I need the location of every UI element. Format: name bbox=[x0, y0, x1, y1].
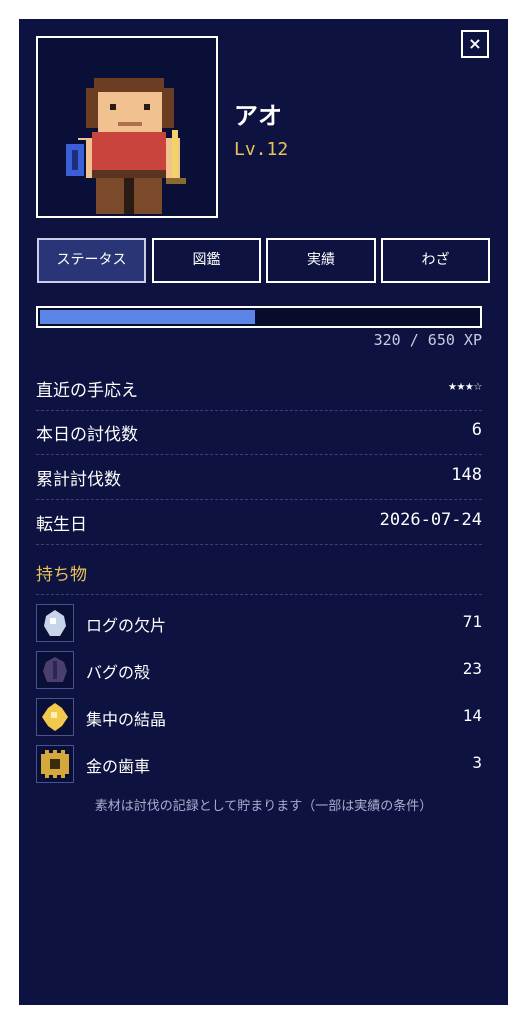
item-name: バグの殻 bbox=[86, 663, 151, 682]
gold-gear-icon bbox=[36, 745, 74, 783]
character-name: アオ bbox=[234, 102, 282, 130]
star-rating: ★★★☆ bbox=[448, 378, 482, 394]
item-count: 14 bbox=[462, 706, 482, 725]
stat-row-rebirth-date: 転生日 2026-07-24 bbox=[36, 500, 482, 545]
inventory-note: 素材は討伐の記録として貯まります（一部は実績の条件） bbox=[94, 799, 433, 814]
character-sprite-icon bbox=[62, 78, 186, 214]
inventory-item[interactable]: 金の歯車 3 bbox=[36, 745, 482, 783]
stat-value: 6 bbox=[471, 420, 482, 440]
item-name: ログの欠片 bbox=[86, 616, 167, 635]
stat-label: 直近の手応え bbox=[36, 381, 138, 401]
inventory-item[interactable]: 集中の結晶 14 bbox=[36, 698, 482, 736]
xp-text: 320 / 650 XP bbox=[373, 331, 482, 349]
tab-skills[interactable]: わざ bbox=[381, 238, 490, 283]
tab-encyclopedia[interactable]: 図鑑 bbox=[152, 238, 261, 283]
bug-shell-icon bbox=[36, 651, 74, 689]
inventory-heading: 持ち物 bbox=[36, 560, 482, 595]
stat-label: 転生日 bbox=[36, 515, 87, 535]
item-count: 3 bbox=[472, 753, 482, 772]
focus-crystal-icon bbox=[36, 698, 74, 736]
tab-status[interactable]: ステータス bbox=[37, 238, 146, 283]
tab-achievements[interactable]: 実績 bbox=[266, 238, 376, 283]
stat-label: 本日の討伐数 bbox=[36, 425, 138, 445]
stat-row-recent-feel: 直近の手応え ★★★☆ bbox=[36, 366, 482, 411]
stat-value: 2026-07-24 bbox=[379, 510, 482, 530]
character-portrait bbox=[36, 36, 218, 218]
xp-bar-fill bbox=[40, 310, 255, 324]
stat-label: 累計討伐数 bbox=[36, 470, 121, 490]
stat-row-today-kills: 本日の討伐数 6 bbox=[36, 410, 482, 455]
item-name: 金の歯車 bbox=[86, 757, 151, 776]
stat-value: 148 bbox=[451, 465, 482, 485]
log-shard-icon bbox=[36, 604, 74, 642]
inventory-item[interactable]: ログの欠片 71 bbox=[36, 604, 482, 642]
item-count: 71 bbox=[462, 612, 482, 631]
item-count: 23 bbox=[462, 659, 482, 678]
item-name: 集中の結晶 bbox=[86, 710, 167, 729]
character-level: Lv.12 bbox=[234, 139, 289, 160]
inventory-item[interactable]: バグの殻 23 bbox=[36, 651, 482, 689]
close-button[interactable]: × bbox=[461, 30, 489, 58]
xp-bar bbox=[36, 306, 482, 328]
stat-row-total-kills: 累計討伐数 148 bbox=[36, 455, 482, 500]
